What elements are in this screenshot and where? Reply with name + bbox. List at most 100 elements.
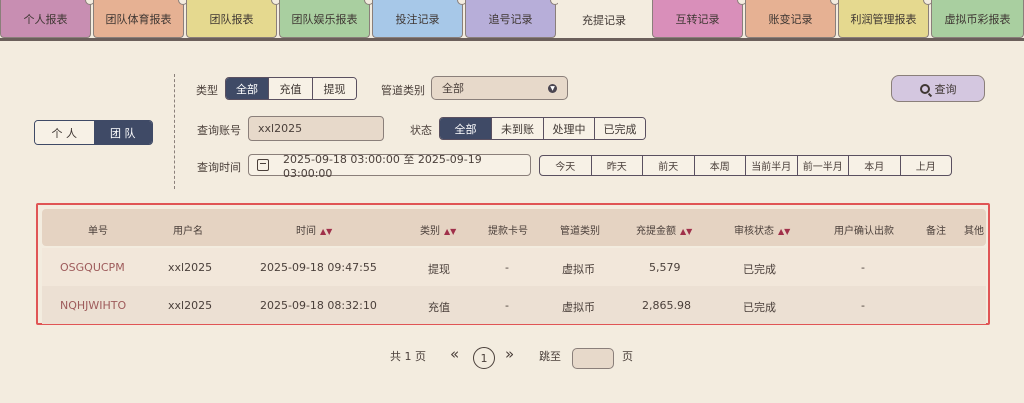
quick-range-day-before[interactable]: 前天 bbox=[642, 156, 694, 175]
col-other: 其他 bbox=[964, 226, 984, 237]
col-review-status[interactable]: 审核状态 ▲▼ bbox=[734, 222, 790, 237]
table-row[interactable]: OSGQUCPM xxl2025 2025-09-18 09:47:55 提现 … bbox=[42, 248, 986, 286]
channel-label: 管道类别 bbox=[381, 84, 425, 97]
cell-username: xxl2025 bbox=[168, 261, 213, 274]
type-option-all[interactable]: 全部 bbox=[226, 78, 268, 99]
col-channel: 管道类别 bbox=[560, 226, 600, 237]
quick-range-last-month[interactable]: 上月 bbox=[899, 156, 952, 175]
query-button[interactable]: 查询 bbox=[891, 75, 985, 102]
filter-divider bbox=[174, 74, 175, 189]
sort-icon[interactable]: ▲▼ bbox=[680, 227, 692, 236]
calendar-icon bbox=[257, 159, 269, 171]
tab-bet-records[interactable]: 投注记录 bbox=[372, 0, 467, 38]
account-label: 查询账号 bbox=[197, 124, 241, 137]
next-page-icon[interactable]: » bbox=[505, 345, 514, 363]
type-option-deposit[interactable]: 充值 bbox=[268, 78, 312, 99]
tab-label: 充提记录 bbox=[582, 14, 626, 27]
sort-icon[interactable]: ▲▼ bbox=[320, 227, 332, 236]
cell-channel: 虚拟币 bbox=[562, 263, 595, 276]
type-option-withdraw[interactable]: 提现 bbox=[312, 78, 356, 99]
cell-review-status: 已完成 bbox=[743, 263, 776, 276]
type-segmented: 全部 充值 提现 bbox=[225, 77, 357, 100]
channel-select[interactable]: 全部 ▼ bbox=[431, 76, 568, 100]
tab-label: 投注记录 bbox=[395, 12, 440, 26]
query-button-label: 查询 bbox=[934, 82, 957, 96]
date-range-value: 2025-09-18 03:00:00 至 2025-09-19 03:00:0… bbox=[283, 152, 482, 180]
account-input[interactable]: xxl2025 bbox=[248, 116, 384, 141]
date-range-picker[interactable]: 2025-09-18 03:00:00 至 2025-09-19 03:00:0… bbox=[248, 153, 531, 180]
chevron-down-icon: ▼ bbox=[548, 84, 557, 93]
tab-label: 互转记录 bbox=[675, 12, 720, 26]
status-option-all[interactable]: 全部 bbox=[440, 118, 491, 139]
quick-range-today[interactable]: 今天 bbox=[540, 156, 591, 175]
quick-range-yesterday[interactable]: 昨天 bbox=[590, 156, 643, 175]
tab-label: 团队报表 bbox=[209, 12, 254, 26]
search-icon bbox=[919, 83, 930, 94]
cell-user-confirm: - bbox=[861, 299, 865, 312]
page-total: 共 1 页 bbox=[390, 350, 426, 363]
prev-page-icon[interactable]: « bbox=[450, 345, 459, 363]
cell-amount: 5,579 bbox=[649, 261, 681, 274]
scope-toggle: 个 人 团 队 bbox=[34, 120, 153, 145]
cell-username: xxl2025 bbox=[168, 299, 213, 312]
quick-range-this-week[interactable]: 本周 bbox=[693, 156, 746, 175]
col-username: 用户名 bbox=[173, 226, 203, 237]
report-tabs: 个人报表 团队体育报表 团队报表 团队娱乐报表 投注记录 追号记录 充提记录 互… bbox=[0, 0, 1024, 41]
tab-personal-report[interactable]: 个人报表 bbox=[0, 0, 95, 38]
col-review-status-label: 审核状态 bbox=[734, 226, 774, 237]
page-number-current[interactable]: 1 bbox=[473, 347, 495, 369]
tab-team-entertainment-report[interactable]: 团队娱乐报表 bbox=[279, 0, 374, 38]
cell-category: 提现 bbox=[428, 263, 450, 276]
tab-label: 虚拟币彩报表 bbox=[944, 12, 1011, 26]
cell-time: 2025-09-18 09:47:55 bbox=[260, 261, 377, 274]
cell-order-no[interactable]: OSGQUCPM bbox=[60, 261, 125, 274]
table-row[interactable]: NQHJWIHTO xxl2025 2025-09-18 08:32:10 充值… bbox=[42, 286, 986, 324]
col-amount[interactable]: 充提金额 ▲▼ bbox=[636, 222, 692, 237]
tab-label: 团队娱乐报表 bbox=[291, 12, 358, 26]
tab-team-sports-report[interactable]: 团队体育报表 bbox=[93, 0, 188, 38]
quick-range-current-half-month[interactable]: 当前半月 bbox=[745, 156, 797, 175]
quick-range-previous-half-month[interactable]: 前一半月 bbox=[796, 156, 849, 175]
status-option-completed[interactable]: 已完成 bbox=[594, 118, 645, 139]
tab-transfer-records[interactable]: 互转记录 bbox=[652, 0, 747, 38]
team-toggle[interactable]: 团 队 bbox=[93, 121, 152, 144]
account-input-value: xxl2025 bbox=[258, 122, 303, 135]
status-option-processing[interactable]: 处理中 bbox=[543, 118, 594, 139]
tab-label: 账变记录 bbox=[768, 12, 813, 26]
col-user-confirm: 用户确认出款 bbox=[834, 226, 894, 237]
cell-order-no[interactable]: NQHJWIHTO bbox=[60, 299, 126, 312]
tab-account-change-records[interactable]: 账变记录 bbox=[745, 0, 840, 38]
col-card-no: 提款卡号 bbox=[488, 226, 528, 237]
tab-label: 团队体育报表 bbox=[105, 12, 172, 26]
tabs-divider bbox=[0, 38, 1024, 41]
col-order-no: 单号 bbox=[88, 226, 108, 237]
channel-select-value: 全部 bbox=[442, 82, 464, 95]
jump-page-input[interactable] bbox=[572, 348, 614, 369]
records-table: 单号 用户名 时间 ▲▼ 类别 ▲▼ 提款卡号 管道类别 充提金额 ▲▼ 审核状态 ▲▼… bbox=[36, 203, 990, 325]
col-time[interactable]: 时间 ▲▼ bbox=[296, 222, 332, 237]
jump-label: 跳至 bbox=[539, 350, 561, 363]
sort-icon[interactable]: ▲▼ bbox=[444, 227, 456, 236]
status-option-pending[interactable]: 未到账 bbox=[491, 118, 543, 139]
tab-label: 利润管理报表 bbox=[850, 12, 917, 26]
personal-toggle[interactable]: 个 人 bbox=[35, 121, 94, 144]
tab-team-report[interactable]: 团队报表 bbox=[186, 0, 281, 38]
tab-chase-records[interactable]: 追号记录 bbox=[465, 0, 560, 38]
tab-crypto-lottery-report[interactable]: 虚拟币彩报表 bbox=[931, 0, 1024, 38]
tab-deposit-withdraw-records[interactable]: 充提记录 bbox=[558, 0, 650, 40]
tab-label: 个人报表 bbox=[23, 12, 68, 26]
sort-icon[interactable]: ▲▼ bbox=[778, 227, 790, 236]
col-category[interactable]: 类别 ▲▼ bbox=[420, 222, 456, 237]
cell-amount: 2,865.98 bbox=[642, 299, 691, 312]
cell-card-no: - bbox=[505, 299, 509, 312]
col-time-label: 时间 bbox=[296, 226, 316, 237]
col-category-label: 类别 bbox=[420, 226, 440, 237]
tab-label: 追号记录 bbox=[488, 12, 533, 26]
time-label: 查询时间 bbox=[197, 161, 241, 174]
page-unit-label: 页 bbox=[622, 350, 633, 363]
quick-range-this-month[interactable]: 本月 bbox=[848, 156, 900, 175]
type-label: 类型 bbox=[196, 84, 218, 97]
quick-range-group: 今天 昨天 前天 本周 当前半月 前一半月 本月 上月 bbox=[539, 155, 952, 176]
table-header: 单号 用户名 时间 ▲▼ 类别 ▲▼ 提款卡号 管道类别 充提金额 ▲▼ 审核状态 ▲▼… bbox=[42, 209, 986, 246]
tab-profit-report[interactable]: 利润管理报表 bbox=[838, 0, 933, 38]
